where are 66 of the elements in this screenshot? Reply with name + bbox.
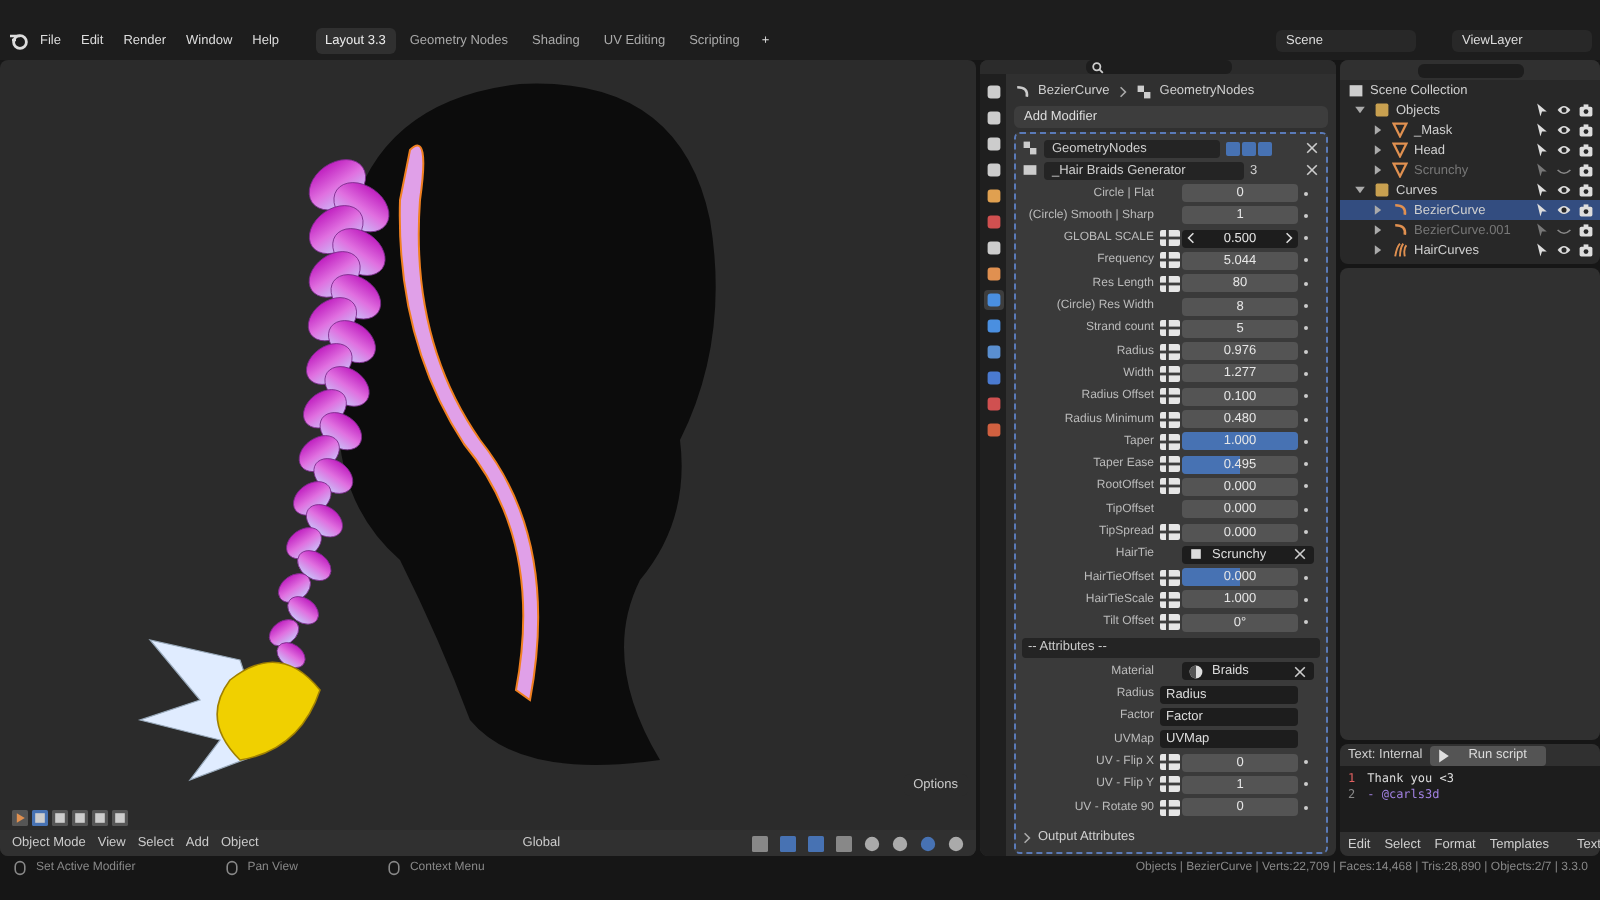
eye-icon[interactable] [1556, 122, 1572, 138]
properties-tab[interactable] [983, 342, 1003, 362]
square-icon [1188, 546, 1204, 563]
properties-tab[interactable] [983, 290, 1003, 310]
camera-icon[interactable] [1578, 142, 1594, 158]
properties-tab[interactable] [983, 238, 1003, 258]
eye-icon[interactable] [1556, 202, 1572, 218]
mouse-icon [12, 860, 28, 876]
socket-icon[interactable] [1160, 343, 1180, 360]
close-icon[interactable] [1292, 663, 1308, 680]
socket-icon[interactable] [1160, 456, 1180, 473]
socket-icon[interactable] [1160, 411, 1180, 428]
socket-icon[interactable] [1160, 524, 1180, 541]
camera-icon[interactable] [1578, 162, 1594, 178]
socket-icon[interactable] [1160, 569, 1180, 586]
properties-tab[interactable] [983, 160, 1003, 180]
camera-icon[interactable] [1578, 102, 1594, 118]
node-icon [1022, 140, 1038, 156]
camera-icon[interactable] [1578, 202, 1594, 218]
mouse-icon [385, 860, 402, 876]
socket-icon[interactable] [1160, 388, 1180, 405]
chevron-icon [1117, 83, 1128, 99]
search-icon [1091, 61, 1103, 73]
chevron-icon[interactable] [1022, 829, 1032, 846]
eye-icon[interactable] [1556, 182, 1572, 198]
close-icon[interactable] [1304, 162, 1320, 179]
socket-icon[interactable] [1160, 776, 1180, 793]
socket-icon[interactable] [1160, 275, 1180, 292]
hair-icon [1392, 242, 1408, 258]
eye-icon[interactable] [1556, 242, 1572, 258]
camera-icon[interactable] [1578, 222, 1594, 238]
socket-icon[interactable] [1160, 591, 1180, 608]
node-icon [1135, 83, 1152, 99]
socket-icon[interactable] [1160, 754, 1180, 771]
properties-tab[interactable] [983, 186, 1003, 206]
search-field[interactable] [1085, 60, 1231, 74]
properties-tab[interactable] [983, 420, 1003, 440]
close-icon[interactable] [1292, 546, 1308, 563]
eye-icon[interactable] [1556, 142, 1572, 158]
socket-icon[interactable] [1160, 433, 1180, 450]
collection-icon [1374, 182, 1390, 198]
properties-tab[interactable] [983, 134, 1003, 154]
camera-icon[interactable] [1578, 242, 1594, 258]
socket-icon[interactable] [1160, 365, 1180, 382]
socket-icon[interactable] [1160, 614, 1180, 631]
properties-tab[interactable] [983, 82, 1003, 102]
properties-tab[interactable] [983, 108, 1003, 128]
node-tree-icon [1022, 162, 1038, 179]
socket-icon[interactable] [1160, 320, 1180, 337]
socket-icon[interactable] [1160, 478, 1180, 495]
socket-icon[interactable] [1160, 252, 1180, 269]
camera-icon[interactable] [1578, 182, 1594, 198]
socket-icon[interactable] [1160, 230, 1180, 247]
play-icon[interactable] [12, 809, 28, 825]
mouse-icon [223, 860, 240, 876]
close-icon[interactable] [1304, 140, 1320, 156]
app-logo-icon[interactable] [8, 30, 28, 50]
properties-tab[interactable] [983, 264, 1003, 284]
sphere-icon [1188, 663, 1204, 680]
eye-icon[interactable] [1556, 102, 1572, 118]
caret-down-icon[interactable] [1352, 102, 1368, 118]
play-icon [1436, 747, 1453, 763]
properties-tab[interactable] [983, 316, 1003, 336]
socket-icon[interactable] [1160, 799, 1180, 816]
camera-icon[interactable] [1578, 122, 1594, 138]
curve-icon [1014, 83, 1030, 99]
